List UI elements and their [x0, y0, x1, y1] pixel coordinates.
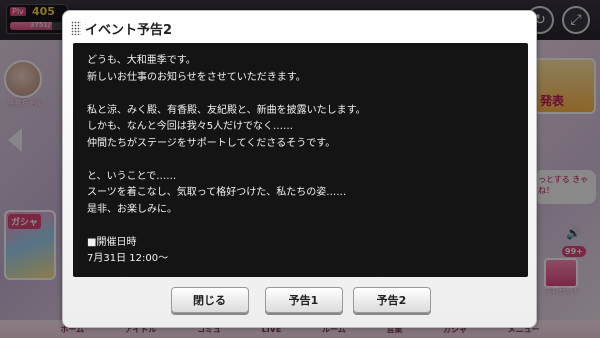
close-button[interactable]: 閉じる [170, 287, 249, 313]
announcement-line: と、いうことで…… [87, 170, 177, 182]
announcement-line: 私と涼、みく殿、有香殿、友紀殿と、新曲を披露いたします。 [87, 104, 366, 116]
event-preview-dialog: イベント予告2 どうも、大和亜季です。 新しいお仕事のお知らせをさせていただきま… [62, 10, 537, 328]
dialog-title: イベント予告2 [85, 22, 173, 38]
announcement-line: 是非、お楽しみに。 [87, 203, 177, 215]
announcement-line: しかも、なんと今回は我々5人だけでなく…… [87, 121, 294, 132]
preview-1-button[interactable]: 予告1 [264, 287, 343, 313]
dialog-header: イベント予告2 [71, 17, 172, 39]
dialog-button-row: 閉じる 予告1 予告2 [63, 287, 538, 317]
announcement-line: スーツを着こなし、気取って格好つけた、私たちの姿…… [87, 187, 347, 198]
schedule-date: 7月31日 12:00〜 [87, 253, 169, 264]
schedule-heading: ■開催日時 [87, 236, 137, 248]
announcement-line: どうも、大和亜季です。 [87, 55, 196, 66]
announcement-line: 新しいお仕事のお知らせをさせていただきます。 [87, 71, 306, 83]
announcement-text-panel: どうも、大和亜季です。 新しいお仕事のお知らせをさせていただきます。 私と涼、み… [73, 43, 528, 277]
grip-dots-icon [71, 21, 81, 35]
announcement-line: 仲間たちがステージをサポートしてくださるそうです。 [87, 137, 336, 149]
preview-2-button[interactable]: 予告2 [352, 287, 431, 313]
